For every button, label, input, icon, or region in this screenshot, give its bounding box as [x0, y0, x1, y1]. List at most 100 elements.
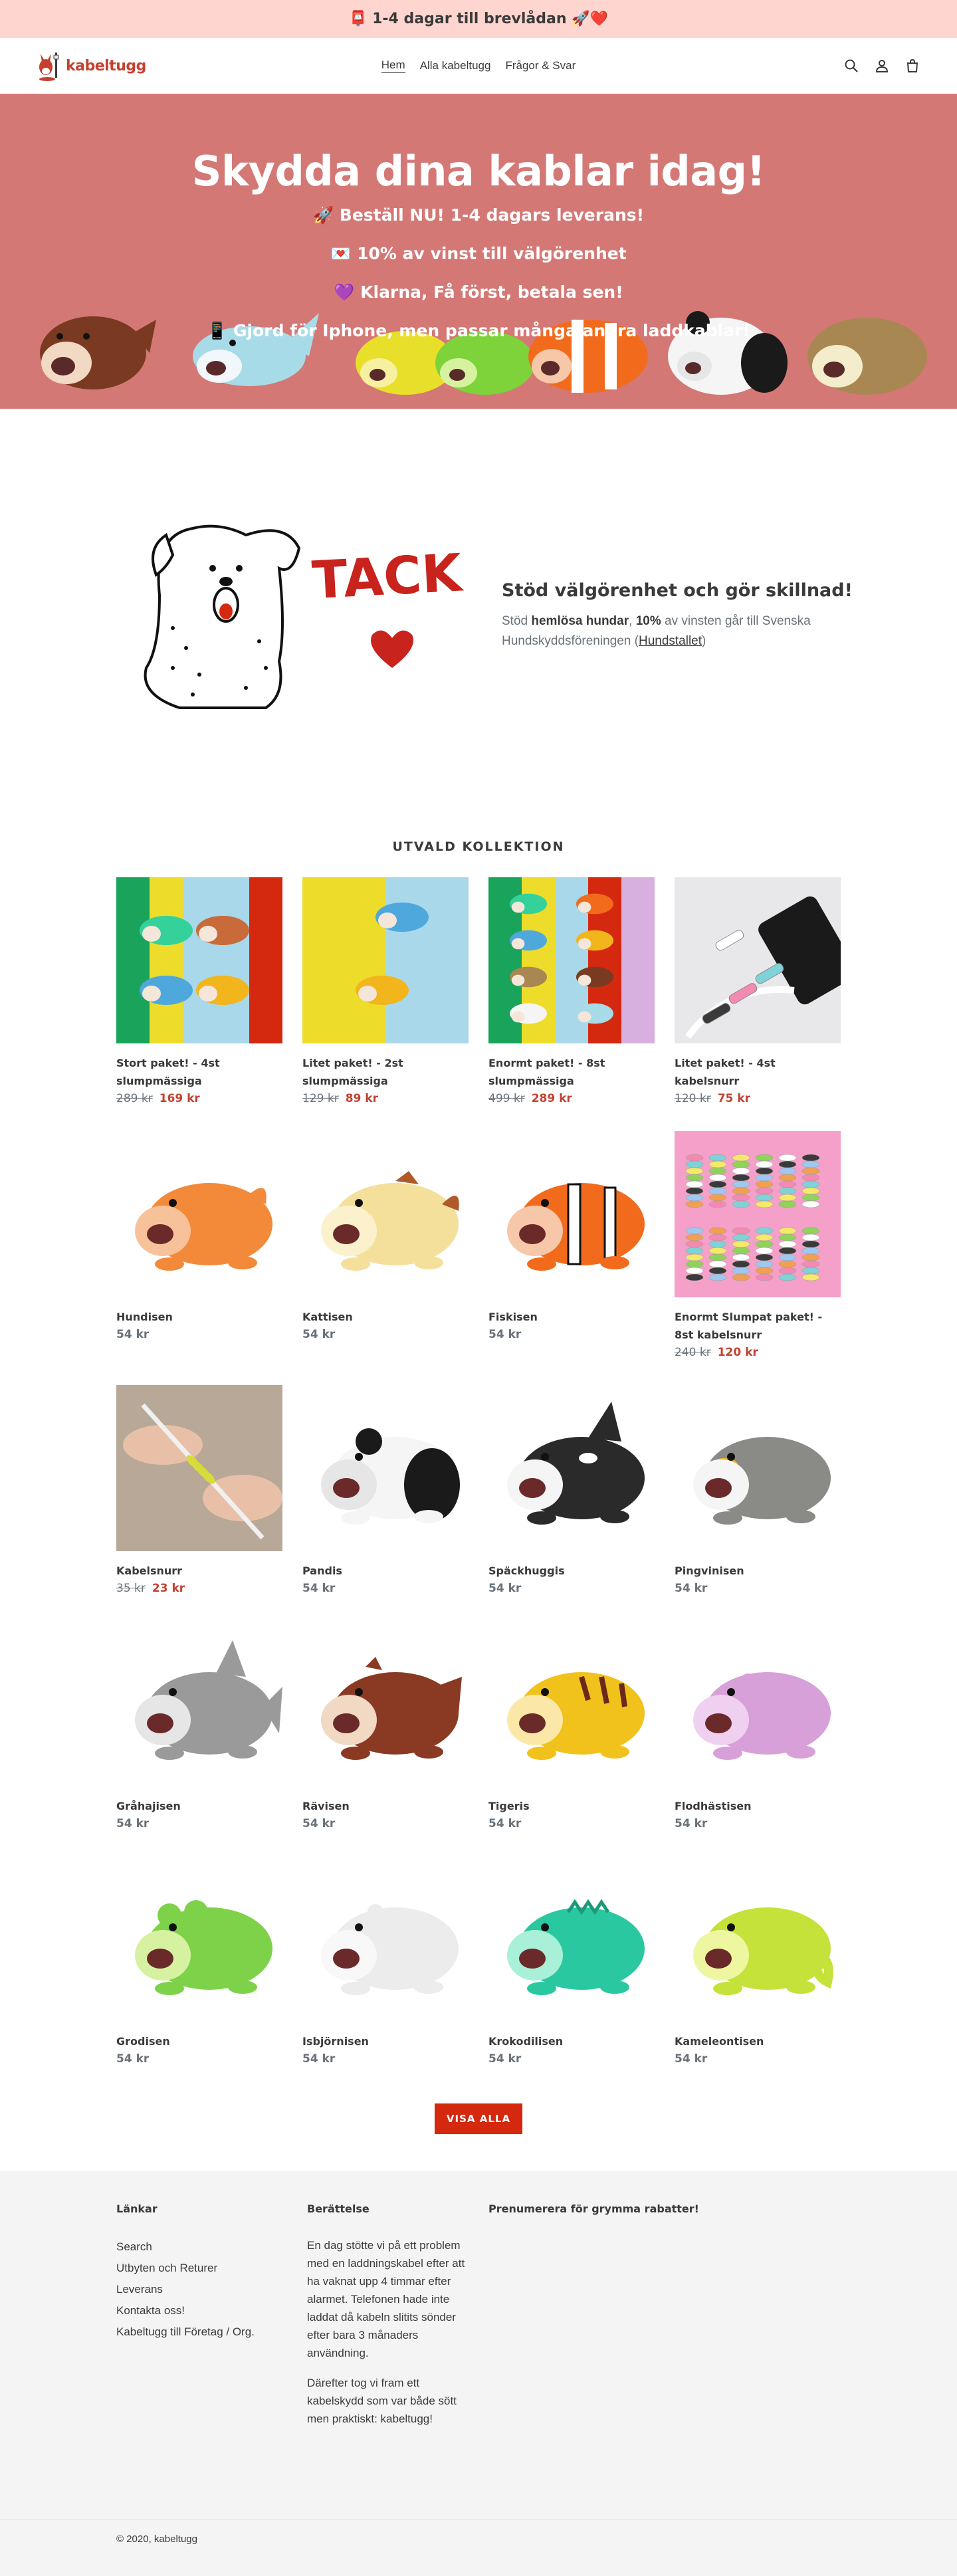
product-card[interactable]: Enormt Slumpat paket! - 8st kabelsnurr 24… — [675, 1131, 841, 1361]
product-card[interactable]: Grodisen 54 kr — [116, 1856, 282, 2068]
footer-newsletter-title: Prenumerera för grymma rabatter! — [488, 2202, 699, 2215]
product-image[interactable] — [488, 1856, 655, 2022]
product-name[interactable]: Späckhuggis — [488, 1562, 655, 1580]
product-old-price: 499 kr — [488, 1092, 525, 1105]
search-icon[interactable] — [843, 58, 859, 74]
product-card[interactable]: Gråhajisen 54 kr — [116, 1620, 282, 1832]
product-card[interactable]: Rävisen 54 kr — [302, 1620, 469, 1832]
product-card[interactable]: Stort paket! - 4st slumpmässiga 289 kr 169… — [116, 877, 282, 1107]
product-card[interactable]: Litet paket! - 4st kabelsnurr 120 kr 75 kr — [675, 877, 841, 1107]
nav-item-hem[interactable]: Hem — [381, 58, 405, 73]
product-name[interactable]: Rävisen — [302, 1797, 469, 1815]
product-sale-price: 120 kr — [717, 1346, 758, 1359]
product-name[interactable]: Fiskisen — [488, 1308, 655, 1326]
product-image[interactable] — [302, 1131, 469, 1297]
product-price: 240 kr 120 kr — [675, 1344, 841, 1361]
product-image[interactable] — [488, 1385, 655, 1551]
product-image[interactable] — [675, 877, 841, 1043]
product-name[interactable]: Litet paket! - 4st kabelsnurr — [675, 1054, 841, 1090]
product-card[interactable]: Flodhästisen 54 kr — [675, 1620, 841, 1832]
footer-link-returns[interactable]: Utbyten och Returer — [116, 2258, 255, 2279]
product-image[interactable] — [302, 877, 469, 1043]
product-name[interactable]: Kattisen — [302, 1308, 469, 1326]
cart-icon[interactable] — [904, 58, 920, 74]
announcement-bar: 📮 1-4 dagar till brevlådan 🚀❤️ — [0, 0, 957, 38]
footer-story: Berättelse En dag stötte vi på ett probl… — [307, 2202, 473, 2440]
product-name[interactable]: Tigeris — [488, 1797, 655, 1815]
product-image[interactable] — [488, 1131, 655, 1297]
product-image[interactable] — [675, 1131, 841, 1297]
product-image[interactable] — [116, 877, 282, 1043]
collection-title: UTVALD KOLLEKTION — [392, 839, 565, 854]
product-name[interactable]: Stort paket! - 4st slumpmässiga — [116, 1054, 282, 1090]
product-card[interactable]: Hundisen 54 kr — [116, 1131, 282, 1343]
product-card[interactable]: Pingvinisen 54 kr — [675, 1385, 841, 1597]
product-image[interactable] — [675, 1856, 841, 2022]
logo[interactable]: kabeltugg — [37, 50, 146, 82]
product-old-price: 120 kr — [675, 1092, 711, 1105]
product-card[interactable]: Tigeris 54 kr — [488, 1620, 655, 1832]
product-image[interactable] — [675, 1385, 841, 1551]
product-regular-price: 54 kr — [302, 1582, 336, 1595]
view-all-button[interactable]: VISA ALLA — [435, 2103, 522, 2134]
product-card[interactable]: Litet paket! - 2st slumpmässiga 129 kr 89 … — [302, 877, 469, 1107]
product-image[interactable] — [302, 1856, 469, 2022]
product-regular-price: 54 kr — [302, 1328, 336, 1341]
product-price: 54 kr — [302, 1815, 469, 1832]
hundstallet-link[interactable]: Hundstallet — [639, 634, 702, 648]
site-header: kabeltugg Hem Alla kabeltugg Frågor & Sv… — [0, 38, 957, 94]
product-name[interactable]: Pandis — [302, 1562, 469, 1580]
product-name[interactable]: Kameleontisen — [675, 2032, 841, 2050]
product-regular-price: 54 kr — [675, 2052, 708, 2066]
product-price: 54 kr — [302, 1326, 469, 1343]
product-name[interactable]: Krokodilisen — [488, 2032, 655, 2050]
product-image[interactable] — [116, 1856, 282, 2022]
product-regular-price: 54 kr — [302, 1817, 336, 1830]
nav-item-fragor-svar[interactable]: Frågor & Svar — [505, 59, 576, 72]
product-card[interactable]: Isbjörnisen 54 kr — [302, 1856, 469, 2068]
product-price: 289 kr 169 kr — [116, 1090, 282, 1107]
footer-link-delivery[interactable]: Leverans — [116, 2279, 255, 2300]
product-price: 35 kr 23 kr — [116, 1580, 282, 1597]
product-name[interactable]: Gråhajisen — [116, 1797, 282, 1815]
product-image[interactable] — [488, 877, 655, 1043]
hero-line-compat: 📱 Gjord för Iphone, men passar många and… — [207, 321, 750, 340]
product-name[interactable]: Grodisen — [116, 2032, 282, 2050]
product-card[interactable]: Fiskisen 54 kr — [488, 1131, 655, 1343]
product-card[interactable]: Kabelsnurr 35 kr 23 kr — [116, 1385, 282, 1597]
product-name[interactable]: Flodhästisen — [675, 1797, 841, 1815]
product-image[interactable] — [675, 1620, 841, 1786]
product-image[interactable] — [302, 1385, 469, 1551]
copyright: © 2020, kabeltugg — [116, 2533, 197, 2545]
product-name[interactable]: Kabelsnurr — [116, 1562, 282, 1580]
product-card[interactable]: Kameleontisen 54 kr — [675, 1856, 841, 2068]
product-name[interactable]: Enormt paket! - 8st slumpmässiga — [488, 1054, 655, 1090]
product-image[interactable] — [302, 1620, 469, 1786]
product-regular-price: 54 kr — [675, 1582, 708, 1595]
product-name[interactable]: Litet paket! - 2st slumpmässiga — [302, 1054, 469, 1090]
account-icon[interactable] — [874, 58, 890, 74]
product-name[interactable]: Isbjörnisen — [302, 2032, 469, 2050]
product-name[interactable]: Enormt Slumpat paket! - 8st kabelsnurr — [675, 1308, 841, 1344]
footer-link-contact[interactable]: Kontakta oss! — [116, 2300, 255, 2321]
logo-text: kabeltugg — [66, 57, 146, 74]
nav-item-alla-kabeltugg[interactable]: Alla kabeltugg — [420, 59, 491, 72]
footer-link-business[interactable]: Kabeltugg till Företag / Org. — [116, 2321, 255, 2343]
footer-link-search[interactable]: Search — [116, 2236, 255, 2258]
product-regular-price: 54 kr — [675, 1817, 708, 1830]
product-image[interactable] — [488, 1620, 655, 1786]
product-card[interactable]: Kattisen 54 kr — [302, 1131, 469, 1343]
product-name[interactable]: Pingvinisen — [675, 1562, 841, 1580]
product-image[interactable] — [116, 1620, 282, 1786]
product-card[interactable]: Krokodilisen 54 kr — [488, 1856, 655, 2068]
footer-story-title: Berättelse — [307, 2202, 370, 2215]
charity-text: Stöd hemlösa hundar, 10% av vinsten går … — [502, 614, 811, 648]
product-card[interactable]: Enormt paket! - 8st slumpmässiga 499 kr 28… — [488, 877, 655, 1107]
product-card[interactable]: Pandis 54 kr — [302, 1385, 469, 1597]
product-card[interactable]: Späckhuggis 54 kr — [488, 1385, 655, 1597]
product-price: 54 kr — [675, 1580, 841, 1597]
product-image[interactable] — [116, 1385, 282, 1551]
product-name[interactable]: Hundisen — [116, 1308, 282, 1326]
product-image[interactable] — [116, 1131, 282, 1297]
hero-banner: Skydda dina kablar idag! 🚀 Beställ NU! 1… — [0, 94, 957, 409]
